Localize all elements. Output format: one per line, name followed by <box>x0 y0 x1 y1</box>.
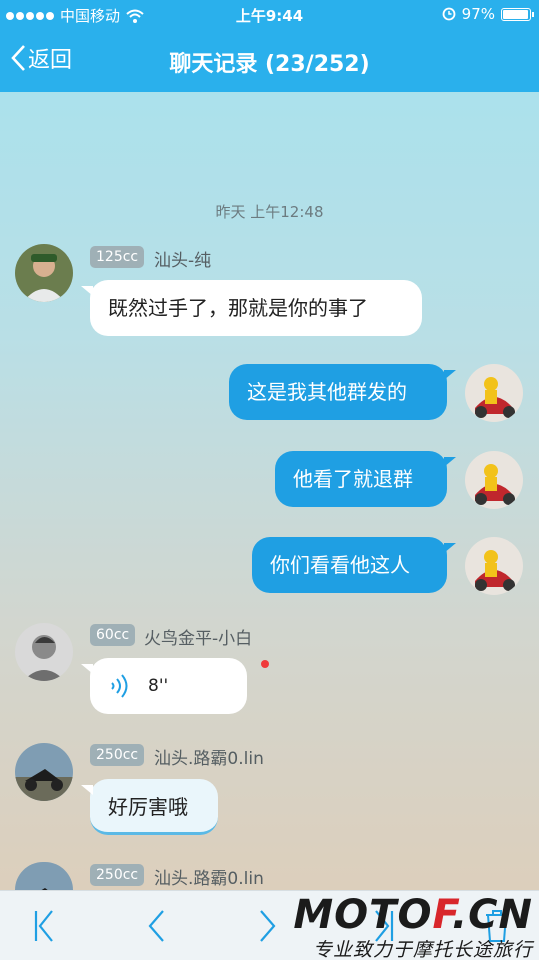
message-bubble[interactable]: 既然过手了，那就是你的事了 <box>81 280 422 336</box>
trash-icon <box>486 910 508 942</box>
voice-wave-icon <box>111 674 128 698</box>
chevron-left-icon <box>11 45 25 71</box>
battery-icon <box>501 7 534 21</box>
sender-name: 汕头.路霸0.lin <box>154 869 264 889</box>
level-badge: 60cc <box>90 624 136 646</box>
avatar[interactable] <box>465 451 523 509</box>
message-bubble[interactable]: 他看了就退群 <box>275 451 456 507</box>
back-label: 返回 <box>28 48 73 73</box>
first-page-icon <box>34 910 53 942</box>
page-title: 聊天记录 (23/252) <box>169 52 370 77</box>
unread-dot <box>261 660 269 668</box>
delete-button[interactable] <box>484 909 510 947</box>
back-button[interactable]: 返回 <box>10 42 72 74</box>
level-badge: 250cc <box>90 744 145 766</box>
chevron-left-icon <box>148 910 164 942</box>
avatar[interactable] <box>465 364 523 422</box>
first-page-button[interactable] <box>32 909 56 947</box>
voice-message-bubble[interactable]: 8'' <box>81 658 247 714</box>
chat-timestamp: 昨天 上午12:48 <box>215 203 324 221</box>
battery-percent: 97% <box>461 5 495 23</box>
avatar[interactable] <box>15 623 73 681</box>
sender-name: 汕头-纯 <box>154 251 212 271</box>
avatar[interactable] <box>15 862 73 890</box>
chevron-right-icon <box>260 910 276 942</box>
nav-bar: 返回 聊天记录 (23/252) <box>0 30 539 92</box>
sender-name: 汕头.路霸0.lin <box>154 749 264 769</box>
alarm-icon <box>442 7 456 21</box>
avatar[interactable] <box>465 537 523 595</box>
level-badge: 125cc <box>90 246 145 268</box>
message-bubble[interactable]: 你们看看他这人 <box>252 537 456 593</box>
previous-page-button[interactable] <box>146 909 166 947</box>
next-page-button[interactable] <box>258 909 278 947</box>
sender-name: 火鸟金平-小白 <box>144 629 253 649</box>
level-badge: 250cc <box>90 864 145 886</box>
voice-duration: 8'' <box>148 676 169 696</box>
last-page-button[interactable] <box>372 909 396 947</box>
bottom-toolbar <box>0 890 539 960</box>
last-page-icon <box>375 910 394 942</box>
message-bubble[interactable]: 这是我其他群发的 <box>229 364 456 420</box>
status-bar: 中国移动 上午9:44 97% <box>0 0 539 30</box>
avatar[interactable] <box>15 244 73 302</box>
avatar[interactable] <box>15 743 73 801</box>
message-bubble[interactable]: 好厉害哦 <box>81 779 218 835</box>
